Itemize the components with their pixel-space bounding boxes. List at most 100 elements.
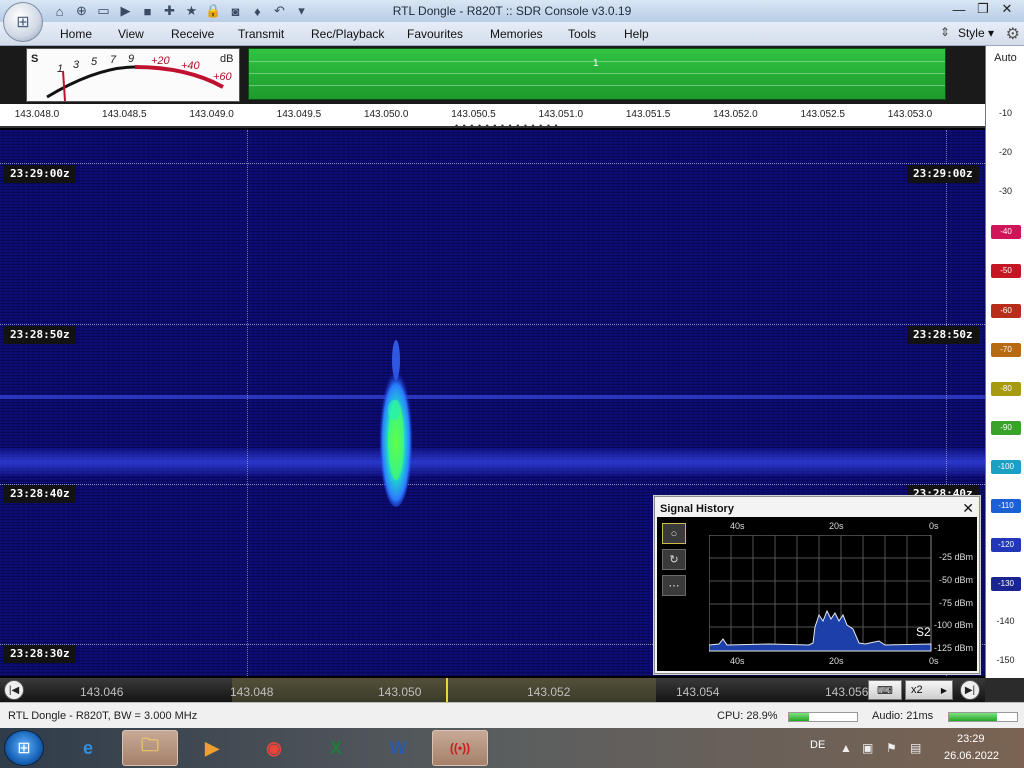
chevron-right-icon: ▶ <box>940 685 947 695</box>
plus-icon[interactable]: ✚ <box>160 2 179 20</box>
star-icon[interactable]: ★ <box>182 2 201 20</box>
lock-icon[interactable]: 🔒 <box>204 2 223 20</box>
menu-favourites[interactable]: Favourites <box>407 27 463 41</box>
time-label-left: 23:28:50z <box>4 326 76 344</box>
menu-bar: Home View Receive Transmit Rec/Playback … <box>0 22 1024 46</box>
menu-receive[interactable]: Receive <box>171 27 214 41</box>
scroll-left-button[interactable]: |◀ <box>4 680 24 700</box>
grid-line-horizontal <box>0 484 985 485</box>
clock-time[interactable]: 23:29 <box>957 733 985 745</box>
time-label-left: 23:28:40z <box>4 485 76 503</box>
overview-marker: 1 <box>593 58 599 69</box>
s-label: S <box>31 53 39 65</box>
grid-line-horizontal <box>0 163 985 164</box>
frequency-tick: 143.048.5 <box>102 109 147 120</box>
frequency-tick: 143.050.0 <box>363 109 409 120</box>
start-button[interactable]: ⊞ <box>4 730 44 766</box>
menu-memories[interactable]: Memories <box>490 27 543 41</box>
tuned-frequency-marker[interactable] <box>446 678 448 702</box>
tuning-tick: 143.046 <box>80 685 124 699</box>
tuning-strip[interactable]: |◀ 143.046 143.048 143.050 143.052 143.0… <box>0 678 985 702</box>
audio-progress-fill <box>949 713 997 721</box>
tray-device-icon[interactable]: ▣ <box>862 741 873 755</box>
excel-icon[interactable]: X <box>308 730 364 766</box>
window-controls: — ❐ ✕ <box>948 0 1018 18</box>
status-bar: RTL Dongle - R820T, BW = 3.000 MHz CPU: … <box>0 702 1024 728</box>
frequency-tick: 143.052.0 <box>713 109 758 120</box>
s-scale-5: 5 <box>91 56 98 68</box>
close-button[interactable]: ✕ <box>996 0 1018 18</box>
tuning-strip-end <box>985 678 1024 702</box>
play-icon[interactable]: ▶ <box>116 2 135 20</box>
auto-button[interactable]: Auto <box>986 52 1024 64</box>
menu-view[interactable]: View <box>118 27 144 41</box>
frequency-scale[interactable]: • • • • • • • • • • • • • • 143.048.0 143… <box>0 104 985 131</box>
tuning-tick: 143.050 <box>378 685 422 699</box>
meter-panel: S dB 1 3 5 7 9 +20 +40 +60 1 <box>0 46 985 104</box>
time-axis-bottom: 20s <box>829 656 844 666</box>
s-reading: S2 <box>916 625 931 639</box>
tray-expand-icon[interactable]: ▲ <box>840 741 852 755</box>
record-button[interactable]: ○ <box>662 523 686 544</box>
grid-line-horizontal <box>0 324 985 325</box>
stop-icon[interactable]: ■ <box>138 2 157 20</box>
frequency-tick: 143.049.0 <box>189 109 234 120</box>
signal-history-graph <box>709 535 932 652</box>
reset-button[interactable]: ↻ <box>662 549 686 570</box>
style-menu[interactable]: Style ▾ <box>958 26 994 40</box>
language-indicator[interactable]: DE <box>810 739 825 751</box>
file-explorer-icon[interactable]: 🗀 <box>122 730 178 766</box>
dbm-label: -50 dBm <box>939 575 974 585</box>
minimize-button[interactable]: — <box>948 0 970 18</box>
overview-gridline <box>249 73 945 74</box>
sdr-console-screen: RTL Dongle - R820T :: SDR Console v3.0.1… <box>0 0 1024 768</box>
home-icon[interactable]: ⌂ <box>50 2 69 20</box>
drop-icon[interactable]: ♦ <box>248 2 267 20</box>
chrome-icon[interactable]: ◉ <box>246 730 302 766</box>
close-icon[interactable]: ✕ <box>962 500 974 517</box>
windows-taskbar: ⊞ DE ▲ ▣ ⚑ ▤ 23:29 26.06.2022 e 🗀 ▶ ◉ X W ((•)… <box>0 728 1024 768</box>
media-player-icon[interactable]: ▶ <box>184 730 240 766</box>
db-tick: -100 <box>991 459 1021 474</box>
app-menu-button[interactable]: ⊞ <box>3 2 43 42</box>
menu-rec-playback[interactable]: Rec/Playback <box>311 27 384 41</box>
maximize-button[interactable]: ❐ <box>972 0 994 18</box>
time-axis-top: 0s <box>929 521 939 531</box>
ribbon-collapse-icon[interactable]: ⇕ <box>940 25 950 39</box>
internet-explorer-icon[interactable]: e <box>60 730 116 766</box>
more-button[interactable]: ⋯ <box>662 575 686 596</box>
tray-flag-icon[interactable]: ⚑ <box>886 741 897 755</box>
camera-icon[interactable]: ◙ <box>226 2 245 20</box>
menu-tools[interactable]: Tools <box>568 27 596 41</box>
frequency-tick: 143.051.0 <box>538 109 584 120</box>
zoom-button[interactable]: x2 ▶ <box>905 680 953 700</box>
overview-gridline <box>249 85 945 86</box>
status-cpu: CPU: 28.9% <box>717 710 778 722</box>
s-scale-plus40: +40 <box>181 60 200 72</box>
lifebuoy-icon[interactable]: ⊕ <box>72 2 91 20</box>
scroll-right-button[interactable]: ▶| <box>960 680 980 700</box>
sdr-console-icon[interactable]: ((•)) <box>432 730 488 766</box>
status-audio: Audio: 21ms <box>872 710 934 722</box>
tray-network-icon[interactable]: ▤ <box>910 741 921 755</box>
menu-help[interactable]: Help <box>624 27 649 41</box>
zoom-label: x2 <box>911 684 923 696</box>
windows-logo-icon: ⊞ <box>17 740 31 757</box>
s-meter-needle <box>62 70 66 101</box>
dropdown-icon[interactable]: ▾ <box>292 2 311 20</box>
signal-history-window: Signal History ✕ ○ ↻ ⋯ 40s 20s 0s 40s 20… <box>654 496 980 674</box>
frequency-tick: 143.050.5 <box>451 109 496 120</box>
word-icon[interactable]: W <box>370 730 426 766</box>
gear-icon[interactable]: ⚙ <box>1006 24 1020 44</box>
tuning-tick: 143.054 <box>676 685 720 699</box>
spectrum-overview[interactable]: 1 <box>248 48 946 100</box>
folder-icon[interactable]: ▭ <box>94 2 113 20</box>
undo-icon[interactable]: ↶ <box>270 2 289 20</box>
menu-home[interactable]: Home <box>60 27 92 41</box>
s-scale-7: 7 <box>110 54 117 66</box>
menu-transmit[interactable]: Transmit <box>238 27 284 41</box>
keyboard-button[interactable]: ⌨ <box>868 680 902 700</box>
s-scale-plus20: +20 <box>151 55 170 67</box>
clock-date[interactable]: 26.06.2022 <box>944 750 999 762</box>
frequency-tick: 143.052.5 <box>800 109 845 120</box>
